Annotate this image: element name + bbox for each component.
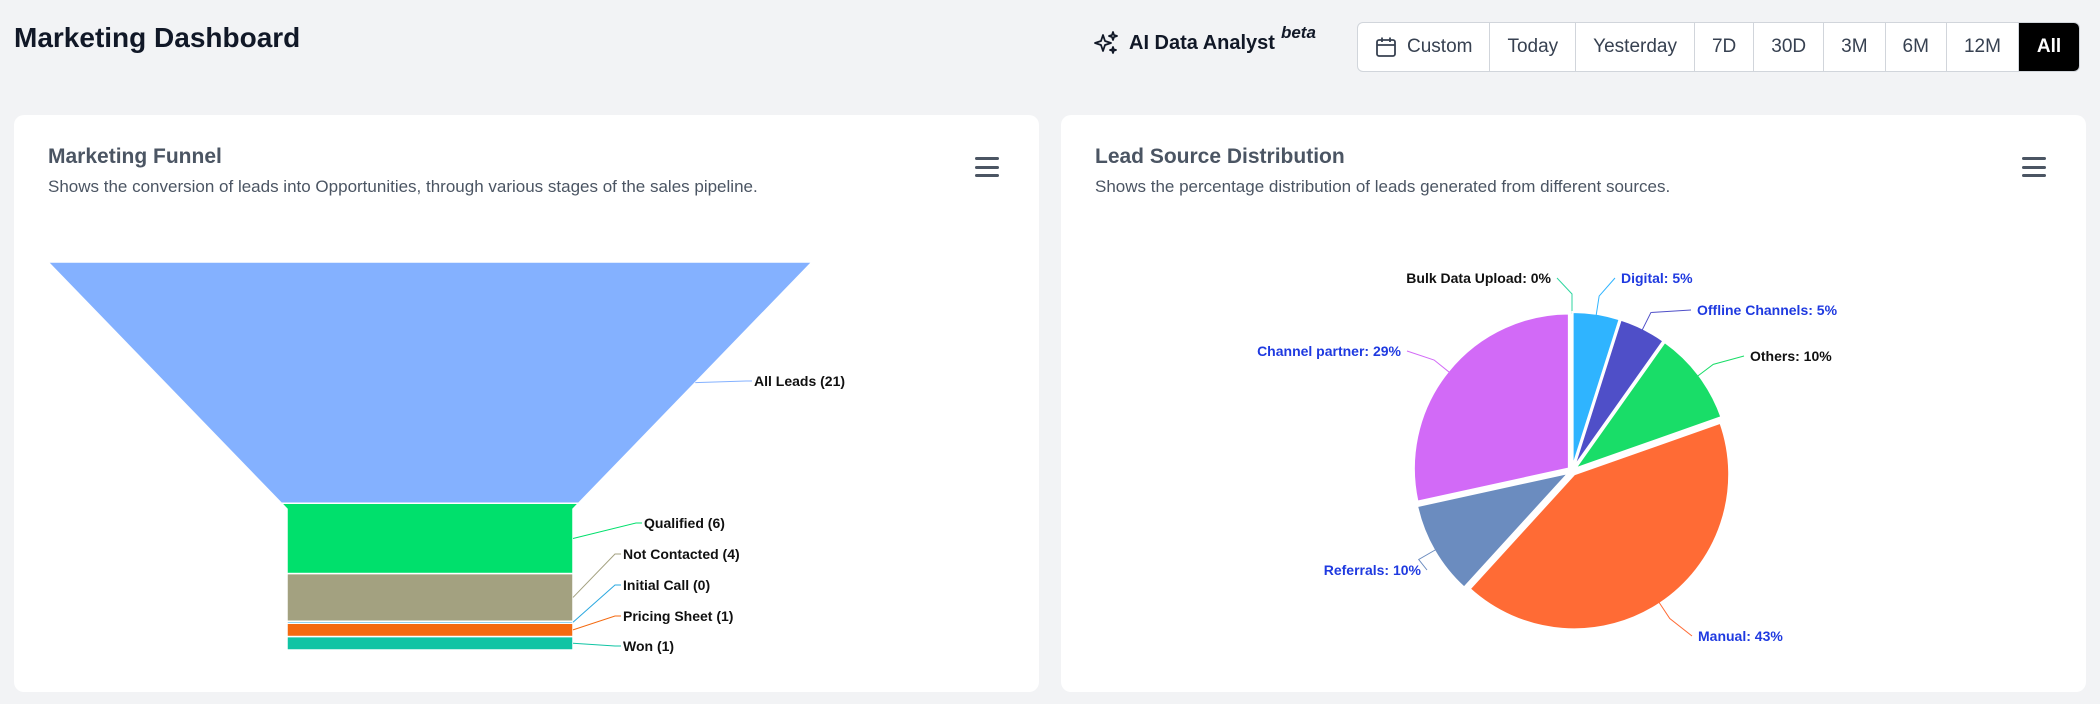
funnel-segment-won[interactable]	[286, 635, 574, 651]
funnel-label-pricing-sheet: Pricing Sheet (1)	[623, 608, 733, 624]
range-label: Custom	[1407, 36, 1473, 57]
chart-menu-button[interactable]	[2022, 157, 2046, 177]
pie-label-offline-channels: Offline Channels: 5%	[1697, 302, 1838, 318]
range-button-custom[interactable]: Custom	[1358, 23, 1491, 71]
pie-leader-line	[1417, 549, 1437, 571]
pie-leader-line	[1641, 309, 1692, 331]
range-button-7d[interactable]: 7D	[1695, 23, 1755, 71]
funnel-segment-qualified[interactable]	[279, 502, 581, 575]
pie-leader-line	[1406, 350, 1450, 373]
range-button-30d[interactable]: 30D	[1754, 23, 1825, 71]
funnel-label-not-contacted: Not Contacted (4)	[623, 546, 740, 562]
range-button-12m[interactable]: 12M	[1947, 23, 2019, 71]
ai-data-analyst-button[interactable]: AI Data Analyst beta	[1093, 23, 1316, 56]
funnel-label-initial-call: Initial Call (0)	[623, 577, 710, 593]
funnel-leader-line	[572, 642, 621, 647]
lead-source-card: Bulk Data Upload: 0% Digital: 5% Offline C…	[1061, 115, 2086, 692]
pie-label-bulk-data-upload: Bulk Data Upload: 0%	[1406, 270, 1551, 286]
range-button-3m[interactable]: 3M	[1824, 23, 1886, 71]
card-title: Lead Source Distribution	[1095, 145, 1345, 168]
pie-label-channel-partner: Channel partner: 29%	[1257, 343, 1401, 359]
sparkles-icon	[1093, 30, 1119, 56]
range-button-all[interactable]: All	[2018, 23, 2080, 71]
calendar-icon	[1375, 36, 1397, 58]
pie-chart: Bulk Data Upload: 0% Digital: 5%Offline C…	[1257, 270, 1838, 644]
pie-slice-channel-partner[interactable]	[1412, 312, 1570, 503]
pie-leader-line	[1696, 355, 1745, 377]
funnel-segment-not-contacted[interactable]	[286, 572, 574, 622]
funnel-segment-pricing-sheet[interactable]	[286, 622, 574, 638]
date-range-selector: Custom Today Yesterday 7D 30D 3M 6M 12M …	[1357, 22, 2081, 72]
funnel-label-qualified: Qualified (6)	[644, 515, 725, 531]
funnel-chart: All Leads (21) Qualified (6) Not Contacted…	[46, 261, 845, 654]
funnel-leader-line	[572, 615, 621, 631]
card-subtitle: Shows the percentage distribution of lea…	[1095, 177, 1671, 196]
funnel-label-won: Won (1)	[623, 638, 674, 654]
pie-label-others: Others: 10%	[1750, 348, 1832, 364]
pie-leader-line	[1556, 277, 1573, 314]
marketing-funnel-card: All Leads (21) Qualified (6) Not Contacted…	[14, 115, 1039, 692]
funnel-leader-line	[695, 380, 752, 384]
range-button-today[interactable]: Today	[1490, 23, 1577, 71]
chart-menu-button[interactable]	[975, 157, 999, 177]
range-button-6m[interactable]: 6M	[1886, 23, 1947, 71]
range-button-yesterday[interactable]: Yesterday	[1576, 23, 1695, 71]
page-title: Marketing Dashboard	[14, 22, 301, 53]
ai-data-analyst-label: AI Data Analyst	[1129, 31, 1275, 54]
funnel-label-all-leads: All Leads (21)	[754, 373, 845, 389]
card-subtitle: Shows the conversion of leads into Oppor…	[48, 177, 758, 196]
card-title: Marketing Funnel	[48, 145, 222, 168]
pie-leader-line	[1595, 277, 1616, 316]
pie-label-digital: Digital: 5%	[1621, 270, 1693, 286]
pie-leader-line	[1658, 601, 1693, 637]
beta-badge: beta	[1280, 23, 1316, 42]
pie-label-manual: Manual: 43%	[1698, 628, 1783, 644]
funnel-leader-line	[572, 553, 621, 598]
funnel-leader-line	[572, 522, 642, 539]
pie-label-referrals: Referrals: 10%	[1324, 562, 1422, 578]
